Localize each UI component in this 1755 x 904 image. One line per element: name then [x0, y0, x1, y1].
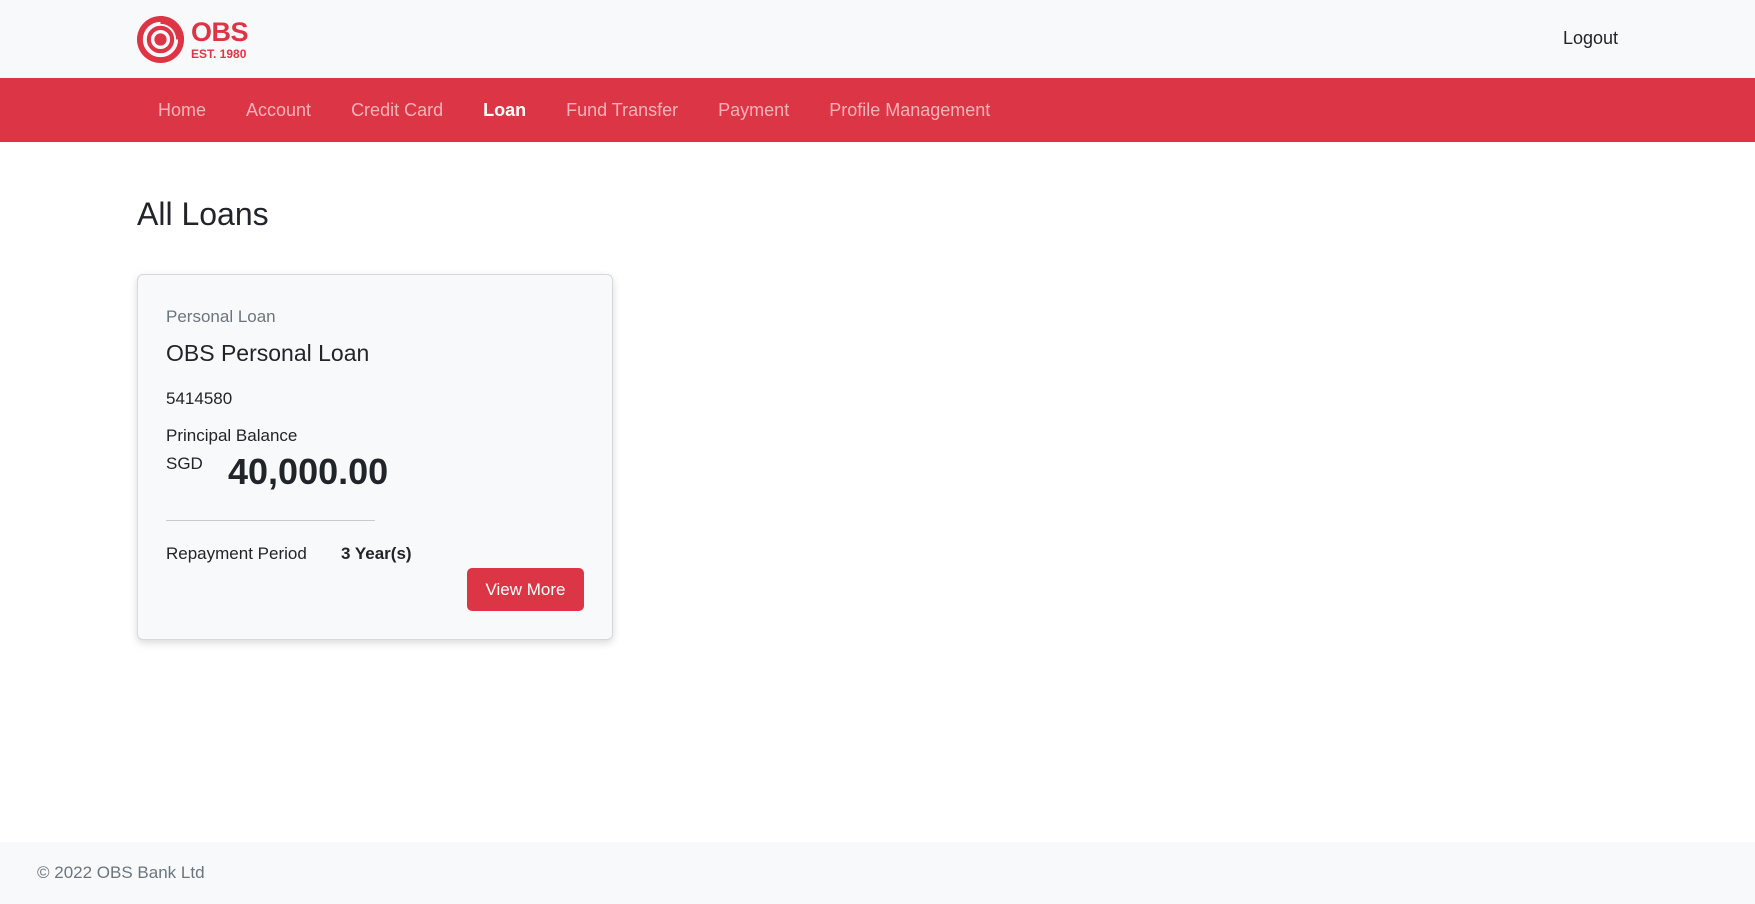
loan-type: Personal Loan: [166, 307, 276, 326]
copyright-text: © 2022 OBS Bank Ltd: [37, 863, 205, 882]
obs-ring-logo-icon: [136, 15, 185, 63]
loan-account-number: 5414580: [166, 389, 233, 408]
top-header: OBS EST. 1980 Logout: [0, 0, 1755, 78]
nav-item-payment[interactable]: Payment: [698, 100, 809, 121]
repayment-period-label: Repayment Period: [166, 544, 307, 563]
loan-card: Personal Loan OBS Personal Loan 5414580 …: [137, 274, 613, 640]
nav-item-fund-transfer[interactable]: Fund Transfer: [546, 100, 698, 121]
brand-logo[interactable]: OBS EST. 1980: [136, 14, 256, 64]
nav-item-account[interactable]: Account: [226, 100, 331, 121]
loan-name: OBS Personal Loan: [166, 340, 370, 366]
principal-balance-label: Principal Balance: [166, 426, 298, 445]
repayment-period-value: 3 Year(s): [341, 544, 412, 563]
nav-item-loan[interactable]: Loan: [463, 100, 546, 121]
logo-established: EST. 1980: [191, 46, 247, 61]
principal-balance-amount: 40,000.00: [228, 451, 389, 492]
nav-item-credit-card[interactable]: Credit Card: [331, 100, 463, 121]
card-divider: [166, 520, 375, 521]
page-footer: © 2022 OBS Bank Ltd: [0, 842, 1755, 904]
logo-name: OBS: [191, 16, 249, 47]
nav-item-profile-management[interactable]: Profile Management: [809, 100, 1010, 121]
nav-item-home[interactable]: Home: [138, 100, 226, 121]
main-navbar: Home Account Credit Card Loan Fund Trans…: [0, 78, 1755, 142]
logo-text: OBS EST. 1980: [191, 16, 249, 61]
page-title: All Loans: [137, 196, 269, 232]
logout-link[interactable]: Logout: [1563, 28, 1618, 49]
view-more-button[interactable]: View More: [467, 568, 584, 611]
currency-code: SGD: [166, 454, 203, 473]
nav-list: Home Account Credit Card Loan Fund Trans…: [138, 78, 1010, 142]
